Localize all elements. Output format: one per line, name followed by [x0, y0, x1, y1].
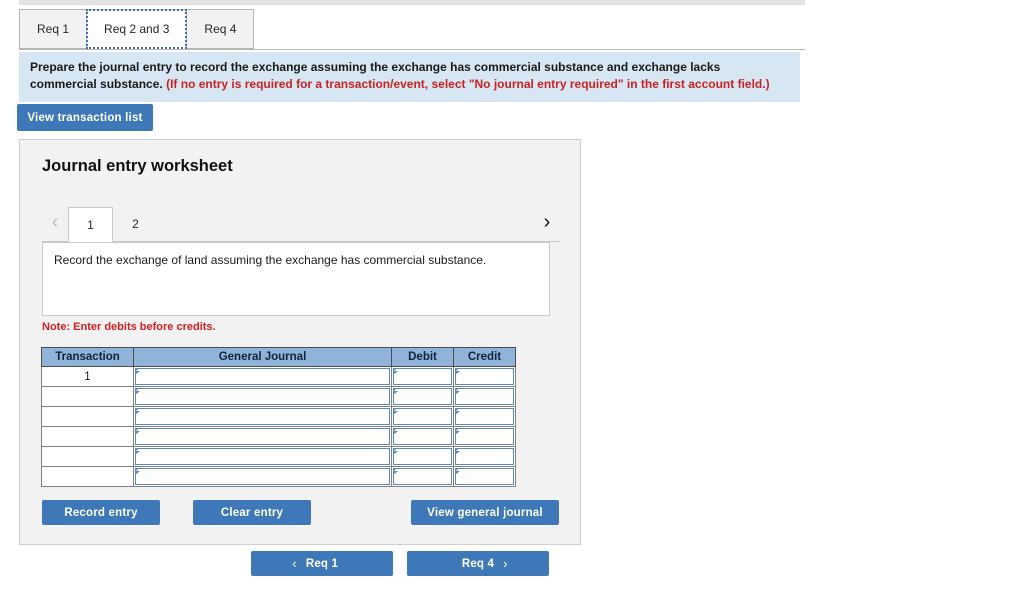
nav-next-label: Req 4 — [461, 557, 495, 570]
transaction-number-cell — [41, 466, 134, 487]
record-entry-button[interactable]: Record entry — [42, 500, 160, 525]
worksheet-description-text: Record the exchange of land assuming the… — [54, 253, 487, 267]
transaction-number-cell — [41, 446, 134, 467]
transaction-number-cell — [41, 426, 134, 447]
debit-cell — [391, 386, 454, 407]
debit-cell — [391, 406, 454, 427]
table-row — [41, 386, 516, 407]
credit-input[interactable] — [455, 448, 514, 465]
debit-input[interactable] — [393, 388, 452, 405]
worksheet-page-2[interactable]: 2 — [113, 206, 158, 241]
debits-before-credits-note: Note: Enter debits before credits. — [42, 321, 216, 333]
debit-input[interactable] — [393, 408, 452, 425]
chevron-left-icon: ‹ — [292, 556, 297, 571]
general-journal-input[interactable] — [135, 368, 390, 385]
credit-cell — [453, 466, 516, 487]
credit-cell — [453, 446, 516, 467]
journal-table-header-row: Transaction General Journal Debit Credit — [41, 347, 516, 367]
general-journal-input[interactable] — [135, 428, 390, 445]
table-row — [41, 446, 516, 467]
debit-input[interactable] — [393, 428, 452, 445]
general-journal-cell — [133, 406, 392, 427]
nav-prev-label: Req 1 — [305, 557, 339, 570]
credit-input[interactable] — [455, 368, 514, 385]
credit-input[interactable] — [455, 388, 514, 405]
debit-input[interactable] — [393, 368, 452, 385]
column-header-debit: Debit — [391, 347, 454, 367]
chevron-right-icon[interactable]: › — [534, 203, 560, 241]
top-divider-strip — [19, 0, 805, 5]
transaction-number-cell: 1 — [41, 366, 134, 387]
general-journal-input[interactable] — [135, 408, 390, 425]
debit-input[interactable] — [393, 448, 452, 465]
instruction-banner: Prepare the journal entry to record the … — [19, 52, 800, 102]
tab-req-2-and-3[interactable]: Req 2 and 3 — [86, 9, 188, 49]
tab-req-1-label: Req 1 — [37, 22, 70, 36]
table-row — [41, 426, 516, 447]
general-journal-cell — [133, 426, 392, 447]
instruction-hint-text: (If no entry is required for a transacti… — [166, 77, 770, 92]
table-row — [41, 406, 516, 427]
requirement-tabbar: Req 1 Req 2 and 3 Req 4 — [19, 9, 805, 50]
tab-req-2-and-3-label: Req 2 and 3 — [104, 22, 170, 36]
record-entry-label: Record entry — [64, 506, 138, 519]
general-journal-cell — [133, 366, 392, 387]
worksheet-page-1[interactable]: 1 — [68, 207, 113, 242]
credit-input[interactable] — [455, 408, 514, 425]
table-row: 1 — [41, 366, 516, 387]
column-header-credit: Credit — [453, 347, 516, 367]
journal-entry-worksheet-panel: Journal entry worksheet ‹ 1 2 › Record t… — [19, 139, 581, 545]
nav-next-req-4-button[interactable]: ‹ Req 4 › — [407, 551, 549, 576]
transaction-number-cell — [41, 406, 134, 427]
credit-input[interactable] — [455, 468, 514, 485]
tab-req-1[interactable]: Req 1 — [19, 9, 88, 49]
credit-cell — [453, 386, 516, 407]
transaction-number-cell — [41, 386, 134, 407]
debit-cell — [391, 466, 454, 487]
credit-cell — [453, 426, 516, 447]
general-journal-input[interactable] — [135, 388, 390, 405]
general-journal-cell — [133, 466, 392, 487]
clear-entry-label: Clear entry — [220, 506, 284, 519]
worksheet-page-1-label: 1 — [87, 217, 94, 232]
debit-input[interactable] — [393, 468, 452, 485]
general-journal-cell — [133, 446, 392, 467]
clear-entry-button[interactable]: Clear entry — [193, 500, 311, 525]
debit-cell — [391, 426, 454, 447]
table-row — [41, 466, 516, 487]
nav-prev-req-1-button[interactable]: ‹ Req 1 › — [251, 551, 393, 576]
general-journal-input[interactable] — [135, 448, 390, 465]
chevron-right-icon: › — [503, 556, 508, 571]
general-journal-cell — [133, 386, 392, 407]
worksheet-description-box: Record the exchange of land assuming the… — [42, 242, 550, 316]
debit-cell — [391, 446, 454, 467]
debit-cell — [391, 366, 454, 387]
view-general-journal-button[interactable]: View general journal — [411, 500, 559, 525]
tab-req-4-label: Req 4 — [204, 22, 237, 36]
tab-req-4[interactable]: Req 4 — [186, 9, 255, 49]
worksheet-title: Journal entry worksheet — [42, 157, 233, 175]
credit-input[interactable] — [455, 428, 514, 445]
chevron-left-icon[interactable]: ‹ — [42, 203, 68, 241]
worksheet-page-2-label: 2 — [132, 216, 139, 231]
journal-entry-table: Transaction General Journal Debit Credit… — [41, 347, 516, 487]
view-transaction-list-button[interactable]: View transaction list — [17, 104, 153, 131]
column-header-general-journal: General Journal — [133, 347, 392, 367]
requirement-tabs: Req 1 Req 2 and 3 Req 4 — [19, 9, 255, 50]
column-header-transaction: Transaction — [41, 347, 134, 367]
view-general-journal-label: View general journal — [427, 506, 543, 519]
credit-cell — [453, 366, 516, 387]
view-transaction-list-label: View transaction list — [27, 111, 143, 124]
credit-cell — [453, 406, 516, 427]
general-journal-input[interactable] — [135, 468, 390, 485]
worksheet-pager: ‹ 1 2 › — [42, 204, 560, 242]
